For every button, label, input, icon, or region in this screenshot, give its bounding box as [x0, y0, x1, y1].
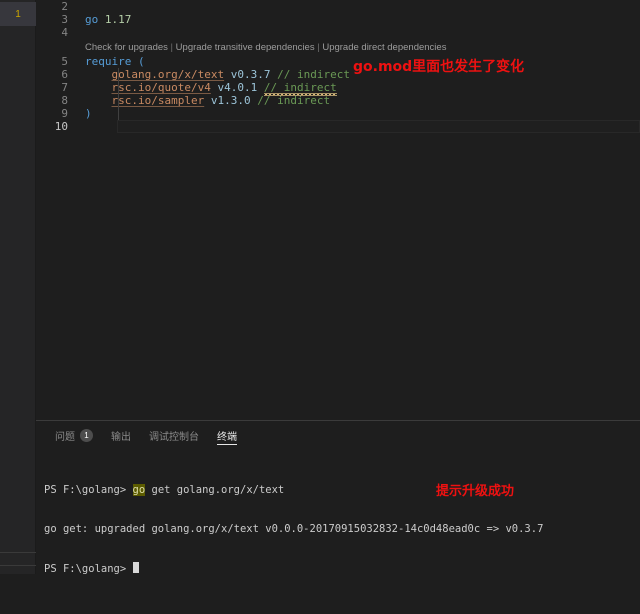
terminal-output[interactable]: PS F:\golang> go get golang.org/x/text g… — [36, 449, 640, 614]
terminal-command-highlight: go — [132, 484, 146, 496]
terminal-cursor — [132, 562, 139, 573]
line-number: 5 — [61, 55, 68, 68]
line-number: 10 — [54, 120, 68, 133]
token-ver: v0.3.7 — [230, 68, 271, 81]
panel-tab-label: 输出 — [111, 431, 131, 443]
sidebar-divider-2 — [0, 565, 36, 566]
token-path: golang.org/x/text — [111, 68, 225, 81]
panel-tab[interactable]: 问题 1 — [46, 421, 102, 449]
token-kw: require — [85, 55, 132, 68]
token-path: rsc.io/sampler — [111, 94, 205, 107]
panel-tab-label: 问题 — [55, 431, 75, 443]
token-punct: ) — [85, 107, 92, 120]
token-ver: v4.0.1 — [217, 81, 258, 94]
line-content: ) — [80, 107, 640, 120]
terminal-line-2: go get: upgraded golang.org/x/text v0.0.… — [44, 523, 640, 536]
panel-tab[interactable]: 终端 — [208, 421, 246, 449]
token-cmt: // indirect — [257, 94, 331, 107]
terminal-prompt-2: PS F:\golang> — [44, 563, 133, 575]
line-number: 3 — [61, 13, 68, 26]
terminal-line-1: PS F:\golang> go get golang.org/x/text — [44, 484, 640, 497]
line-number: 9 — [61, 107, 68, 120]
code-line: 5 require ( — [36, 55, 640, 68]
panel-tab-badge: 1 — [80, 428, 93, 442]
code-line: 6 golang.org/x/text v0.3.7 // indirect — [36, 68, 640, 81]
line-number: 2 — [61, 0, 68, 13]
line-content: rsc.io/sampler v1.3.0 // indirect — [80, 94, 640, 107]
code-line: 3 go 1.17 — [36, 13, 640, 26]
terminal-command-rest: get golang.org/x/text — [145, 484, 285, 496]
token-ver: v1.3.0 — [210, 94, 251, 107]
line-content: go 1.17 — [80, 13, 640, 26]
bottom-panel: 问题 1 输出 调试控制台 终端 PS F:\golang> go get golang… — [36, 421, 640, 575]
code-line: 9) — [36, 107, 640, 120]
line-content: Check for upgrades | Upgrade transitive … — [80, 41, 640, 54]
line-content: rsc.io/quote/v4 v4.0.1 // indirect — [80, 81, 640, 96]
code-line: 2 — [36, 0, 640, 13]
line-number: 6 — [61, 68, 68, 81]
indent-guide — [118, 68, 119, 120]
vscode-window: 1 2 3 go 1.17 4 Check for upgrades | Upgrade… — [0, 0, 640, 575]
codelens-separator: | — [167, 41, 176, 53]
terminal-line-3: PS F:\golang> — [44, 562, 640, 575]
codelens-row[interactable]: Check for upgrades | Upgrade transitive … — [36, 39, 640, 55]
panel-tab-label: 终端 — [217, 431, 237, 443]
codelens-link[interactable]: Upgrade direct dependencies — [322, 42, 446, 53]
token-punct: ( — [137, 55, 145, 68]
panel-tab[interactable]: 调试控制台 — [140, 421, 208, 449]
token-path: rsc.io/quote/v4 — [111, 81, 211, 94]
editor[interactable]: 2 3 go 1.17 4 Check for upgrades | Upgrade t… — [36, 0, 640, 420]
codelens-link[interactable]: Upgrade transitive dependencies — [176, 42, 315, 53]
panel-tab-label: 调试控制台 — [149, 431, 199, 443]
activity-bar: 1 — [0, 0, 36, 574]
panel-tab[interactable]: 输出 — [102, 421, 140, 449]
annotation-editor: go.mod里面也发生了变化 — [353, 59, 525, 75]
code-line: 4 — [36, 26, 640, 39]
codelens-link[interactable]: Check for upgrades — [85, 42, 168, 53]
line-number: 7 — [61, 81, 68, 94]
marker-count-chip[interactable]: 1 — [0, 2, 36, 26]
terminal-line-2-text: go get: upgraded golang.org/x/text v0.0.… — [44, 523, 544, 535]
code-line: 7 rsc.io/quote/v4 v4.0.1 // indirect — [36, 81, 640, 96]
annotation-panel: 提示升级成功 — [436, 484, 515, 499]
marker-count-label: 1 — [15, 8, 21, 20]
code-area[interactable]: 2 3 go 1.17 4 Check for upgrades | Upgrade t… — [36, 0, 640, 420]
token-cmt: // indirect — [263, 81, 337, 96]
panel-tab-list[interactable]: 问题 1 输出 调试控制台 终端 — [36, 421, 640, 449]
sidebar-divider-1 — [0, 552, 36, 553]
token-cmt: // indirect — [277, 68, 350, 81]
line-number: 8 — [61, 94, 68, 107]
code-line: 8 rsc.io/sampler v1.3.0 // indirect — [36, 94, 640, 107]
terminal-prompt-1: PS F:\golang> — [44, 484, 133, 496]
current-line-highlight — [117, 120, 640, 133]
line-number: 4 — [61, 26, 68, 39]
token-num: 1.17 — [104, 13, 132, 26]
token-kw: go — [85, 13, 99, 26]
